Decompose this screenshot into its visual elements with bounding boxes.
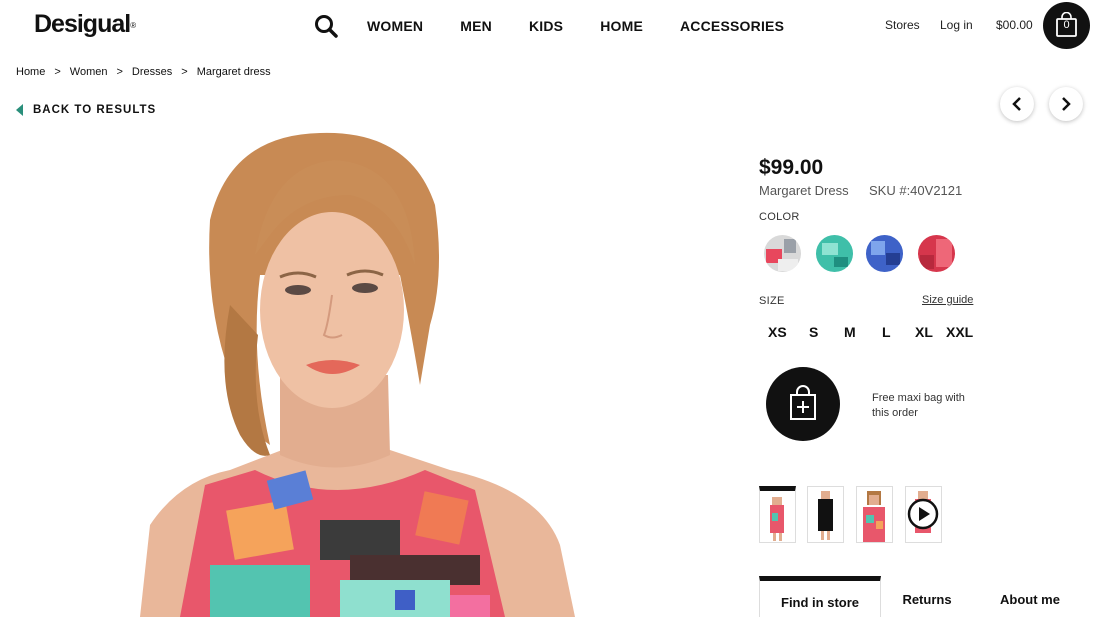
nav-kids[interactable]: KIDS (529, 18, 563, 34)
tab-about-me[interactable]: About me (992, 576, 1068, 617)
back-to-results-link[interactable]: BACK TO RESULTS (16, 104, 156, 116)
cart-total[interactable]: $00.00 (996, 18, 1033, 32)
site-header: Desigual® WOMEN MEN KIDS HOME ACCESSORIE… (0, 0, 1100, 52)
nav-women[interactable]: WOMEN (367, 18, 423, 34)
model-photo (140, 132, 575, 617)
tab-find-in-store[interactable]: Find in store (759, 576, 881, 617)
color-label: COLOR (759, 211, 800, 223)
color-swatch-multicolor-grey[interactable] (764, 235, 801, 272)
size-option-xs[interactable]: XS (768, 324, 787, 340)
nav-home[interactable]: HOME (600, 18, 643, 34)
thumbnail-model-closeup[interactable] (856, 486, 893, 543)
nav-accessories[interactable]: ACCESSORIES (680, 18, 784, 34)
chevron-left-icon (1012, 97, 1021, 111)
size-option-xl[interactable]: XL (915, 324, 933, 340)
size-option-l[interactable]: L (882, 324, 891, 340)
size-guide-link[interactable]: Size guide (922, 294, 973, 306)
product-image[interactable] (120, 125, 590, 617)
size-option-m[interactable]: M (844, 324, 856, 340)
nav-men[interactable]: MEN (460, 18, 492, 34)
size-option-s[interactable]: S (809, 324, 818, 340)
breadcrumb-separator: > (116, 66, 123, 78)
product-name: Margaret Dress (759, 183, 849, 198)
breadcrumb-separator: > (181, 66, 188, 78)
cart-count: 0 (1063, 19, 1070, 31)
breadcrumb: Home > Women > Dresses > Margaret dress (16, 66, 271, 78)
main-nav: WOMEN MEN KIDS HOME ACCESSORIES (367, 18, 821, 34)
add-to-bag-button[interactable] (766, 367, 840, 441)
size-option-xxl[interactable]: XXL (946, 324, 973, 340)
back-arrow-icon (16, 104, 23, 116)
product-price: $99.00 (759, 156, 824, 179)
breadcrumb-women[interactable]: Women (70, 66, 108, 78)
promo-text: Free maxi bag with this order (872, 392, 965, 419)
cart-button[interactable]: 0 (1043, 2, 1090, 49)
product-sku: SKU #:40V2121 (869, 183, 963, 198)
thumbnail-video[interactable] (905, 486, 942, 543)
add-to-bag-icon (790, 385, 816, 420)
chevron-right-icon (1062, 97, 1071, 111)
size-label: SIZE (759, 295, 785, 307)
color-swatch-blue[interactable] (866, 235, 903, 272)
breadcrumb-current: Margaret dress (196, 66, 271, 78)
previous-product-button[interactable] (1000, 87, 1034, 121)
stores-link[interactable]: Stores (885, 18, 920, 32)
thumbnail-front[interactable] (759, 486, 796, 543)
thumbnail-black-dress[interactable] (807, 486, 844, 543)
login-link[interactable]: Log in (940, 18, 973, 32)
search-icon[interactable] (313, 13, 339, 39)
tab-returns[interactable]: Returns (886, 576, 968, 617)
color-swatch-red[interactable] (918, 235, 955, 272)
color-swatch-turquoise[interactable] (816, 235, 853, 272)
logo-registered: ® (130, 21, 136, 30)
breadcrumb-dresses[interactable]: Dresses (132, 66, 172, 78)
breadcrumb-separator: > (54, 66, 61, 78)
breadcrumb-home[interactable]: Home (16, 66, 45, 78)
logo-text: Desigual (34, 10, 131, 38)
next-product-button[interactable] (1049, 87, 1083, 121)
brand-logo[interactable]: Desigual® (34, 10, 136, 39)
back-label: BACK TO RESULTS (33, 104, 157, 116)
